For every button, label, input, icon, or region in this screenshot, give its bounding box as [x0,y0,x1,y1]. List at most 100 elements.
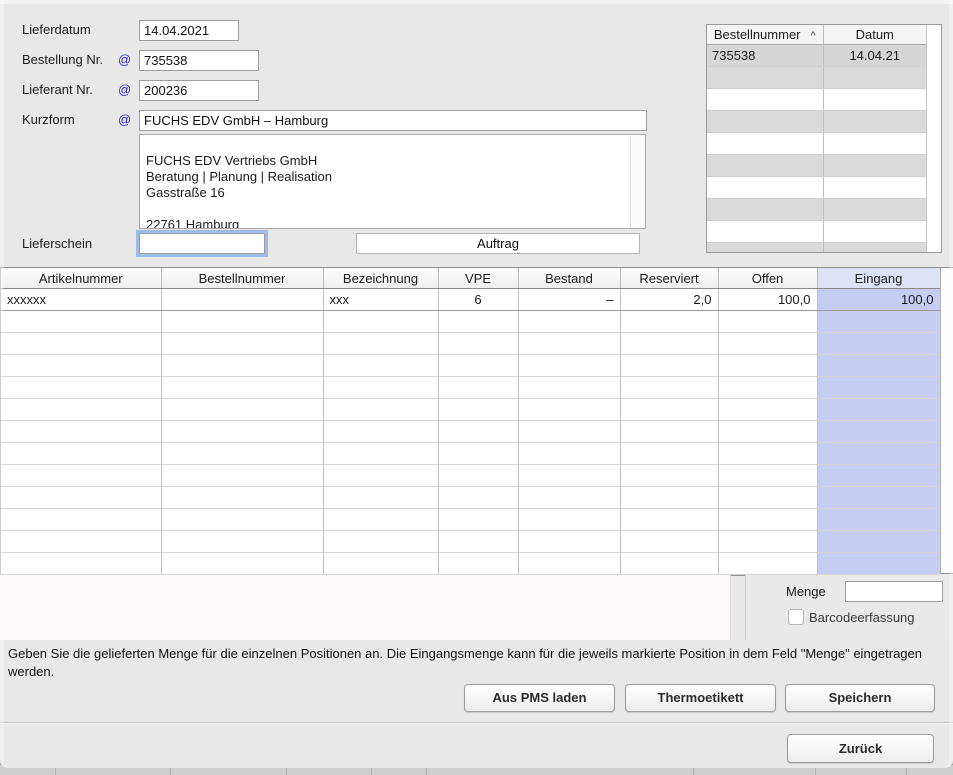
table-row[interactable] [1,399,940,421]
table-cell[interactable] [438,531,518,553]
table-cell[interactable] [1,443,161,465]
table-cell[interactable] [620,311,718,333]
table-cell[interactable] [518,311,620,333]
table-cell[interactable] [518,421,620,443]
table-cell[interactable] [161,421,323,443]
table-cell[interactable] [823,155,926,177]
table-cell[interactable] [323,465,438,487]
table-cell[interactable] [323,531,438,553]
table-cell[interactable] [707,155,823,177]
table-row[interactable] [707,67,926,89]
table-row[interactable]: 73553814.04.21 [707,45,926,67]
table-cell[interactable] [1,509,161,531]
table-cell[interactable] [620,333,718,355]
menge-input[interactable] [845,581,943,602]
table-cell[interactable] [823,243,926,254]
table-cell[interactable] [438,553,518,575]
table-cell[interactable] [823,67,926,89]
table-cell[interactable] [718,531,817,553]
table-cell[interactable] [718,377,817,399]
table-row[interactable] [1,553,940,575]
table-row[interactable] [707,89,926,111]
table-cell[interactable]: 6 [438,289,518,311]
table-cell[interactable] [518,377,620,399]
table-cell[interactable] [1,465,161,487]
table-cell[interactable] [161,399,323,421]
table-cell[interactable] [620,355,718,377]
table-cell[interactable] [161,465,323,487]
table-row[interactable] [707,243,926,254]
table-cell[interactable] [620,509,718,531]
orders-table-scrollbar[interactable] [926,25,941,252]
table-cell[interactable] [518,465,620,487]
table-cell[interactable] [620,487,718,509]
kurzform-input[interactable] [139,110,647,131]
table-cell[interactable] [518,553,620,575]
column-header[interactable]: Bestellnummer^ [707,25,823,45]
table-row[interactable] [1,531,940,553]
table-cell[interactable] [707,199,823,221]
table-cell[interactable]: 735538 [707,45,823,67]
table-cell[interactable] [823,133,926,155]
aus-pms-laden-button[interactable]: Aus PMS laden [464,684,615,712]
table-cell[interactable] [161,443,323,465]
table-row[interactable] [707,199,926,221]
table-row[interactable] [1,509,940,531]
table-cell[interactable] [707,67,823,89]
table-cell[interactable] [438,377,518,399]
table-cell[interactable] [1,333,161,355]
table-cell[interactable] [620,465,718,487]
table-cell[interactable] [323,333,438,355]
auftrag-button[interactable]: Auftrag [356,233,640,254]
table-cell[interactable] [718,311,817,333]
table-cell[interactable] [1,311,161,333]
lieferdatum-input[interactable] [139,20,239,41]
table-cell[interactable] [707,221,823,243]
table-cell[interactable] [518,531,620,553]
table-cell[interactable] [161,333,323,355]
lieferant-nr-input[interactable] [139,80,259,101]
table-cell[interactable] [323,553,438,575]
table-cell[interactable] [718,421,817,443]
table-cell[interactable] [323,487,438,509]
table-cell[interactable] [161,509,323,531]
table-cell[interactable] [161,355,323,377]
table-cell[interactable] [1,399,161,421]
table-row[interactable] [1,443,940,465]
address-scrollbar[interactable] [630,136,644,227]
table-cell[interactable] [707,89,823,111]
table-row[interactable] [1,377,940,399]
table-cell[interactable] [518,399,620,421]
table-cell[interactable]: 100,0 [817,289,940,311]
table-row[interactable] [1,355,940,377]
table-row[interactable] [1,311,940,333]
table-row[interactable] [1,421,940,443]
table-cell[interactable] [438,333,518,355]
thermoetikett-button[interactable]: Thermoetikett [625,684,776,712]
table-cell[interactable]: 100,0 [718,289,817,311]
table-cell[interactable] [817,333,940,355]
table-cell[interactable] [323,399,438,421]
table-cell[interactable] [817,553,940,575]
table-cell[interactable] [707,177,823,199]
positions-table-scrollbar[interactable] [940,267,953,574]
table-cell[interactable] [161,289,323,311]
table-cell[interactable] [1,531,161,553]
table-cell[interactable] [823,177,926,199]
table-cell[interactable] [161,487,323,509]
table-row[interactable] [1,333,940,355]
table-cell[interactable] [518,443,620,465]
table-cell[interactable] [620,377,718,399]
table-row[interactable] [707,177,926,199]
table-cell[interactable] [817,487,940,509]
table-cell[interactable] [438,421,518,443]
table-cell[interactable] [817,377,940,399]
table-cell[interactable] [817,509,940,531]
table-cell[interactable] [823,221,926,243]
table-cell[interactable] [718,487,817,509]
table-cell[interactable] [817,531,940,553]
table-cell[interactable] [718,553,817,575]
table-cell[interactable] [161,553,323,575]
table-cell[interactable] [518,355,620,377]
table-row[interactable] [707,221,926,243]
